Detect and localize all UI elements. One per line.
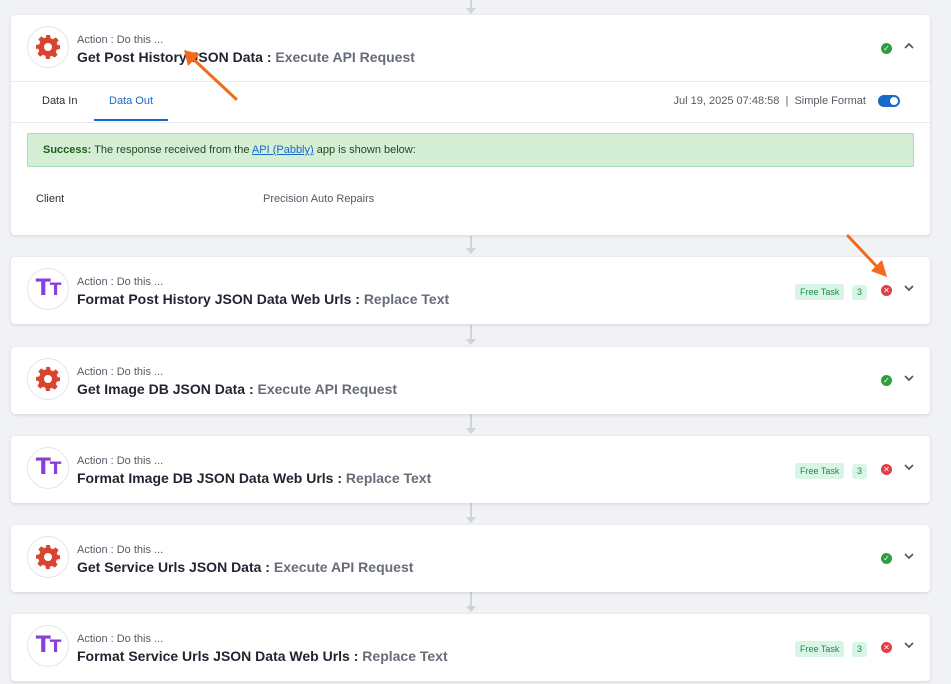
text-formatter-icon: TT [27,268,69,310]
chevron-down-icon[interactable] [902,282,916,294]
free-task-badge: Free Task [795,284,845,300]
meta-separator: | [785,95,789,107]
step-card-format-service-urls[interactable]: TT Action : Do this ... Format Service U… [11,614,930,681]
success-text-before: The response received from the [91,144,252,156]
success-status-icon: ✓ [881,43,892,54]
response-field-label: Client [36,193,65,205]
connector-arrow [466,606,476,612]
step-action-name: Replace Text [345,470,432,486]
step-header[interactable]: Action : Do this ... Get Service Urls JS… [11,525,930,591]
step-action-name: Execute API Request [273,559,414,575]
step-title: Format Service Urls JSON Data Web Urls :… [77,648,448,664]
connector-arrow [466,339,476,345]
step-action-name: Execute API Request [275,49,415,65]
action-label: Action : Do this ... [77,455,164,467]
step-title: Format Image DB JSON Data Web Urls : Rep… [77,470,431,486]
step-name: Format Image DB JSON Data Web Urls : [77,470,346,486]
step-header[interactable]: TT Action : Do this ... Format Post Hist… [11,257,930,323]
step-header[interactable]: Action : Do this ... Get Post History JS… [11,15,930,81]
task-count-badge: 3 [852,285,867,300]
response-meta: Jul 19, 2025 07:48:58 | Simple Format [674,95,866,107]
connector-2 [470,325,472,340]
action-label: Action : Do this ... [77,366,164,378]
action-label: Action : Do this ... [77,34,164,46]
chevron-down-icon[interactable] [902,639,916,651]
step-card-format-post-history[interactable]: TT Action : Do this ... Format Post Hist… [11,257,930,324]
step-title: Get Post History JSON Data : Execute API… [77,49,415,65]
step-name: Format Post History JSON Data Web Urls : [77,291,364,307]
task-count-badge: 3 [852,642,867,657]
connector-arrow [466,8,476,14]
action-label: Action : Do this ... [77,544,164,556]
error-status-icon: ✕ [881,464,892,475]
gear-icon [27,536,69,578]
step-card-get-service-urls[interactable]: Action : Do this ... Get Service Urls JS… [11,525,930,592]
step-card-format-image-db[interactable]: TT Action : Do this ... Format Image DB … [11,436,930,503]
step-header[interactable]: TT Action : Do this ... Format Image DB … [11,436,930,502]
connector-5 [470,592,472,607]
step-title: Get Image DB JSON Data : Execute API Req… [77,381,397,397]
simple-format-toggle[interactable] [878,95,900,107]
step-card-get-post-history: Action : Do this ... Get Post History JS… [11,15,930,235]
success-status-icon: ✓ [881,375,892,386]
step-card-get-image-db[interactable]: Action : Do this ... Get Image DB JSON D… [11,347,930,414]
success-prefix: Success: [43,144,92,156]
chevron-up-icon[interactable] [902,40,916,52]
step-title: Get Service Urls JSON Data : Execute API… [77,559,413,575]
simple-format-label: Simple Format [794,95,866,107]
step-name: Get Image DB JSON Data : [77,381,258,397]
step-header[interactable]: TT Action : Do this ... Format Service U… [11,614,930,680]
free-task-badge: Free Task [795,641,845,657]
free-task-badge: Free Task [795,463,845,479]
chevron-down-icon[interactable] [902,372,916,384]
connector-arrow [466,248,476,254]
api-pabbly-link[interactable]: API (Pabbly) [252,144,314,156]
step-action-name: Execute API Request [257,381,398,397]
connector-3 [470,414,472,429]
gear-icon [27,358,69,400]
step-name: Format Service Urls JSON Data Web Urls : [77,648,363,664]
chevron-down-icon[interactable] [902,461,916,473]
step-action-name: Replace Text [363,291,450,307]
task-count-badge: 3 [852,464,867,479]
connector-arrow [466,428,476,434]
response-timestamp: Jul 19, 2025 07:48:58 [673,95,780,107]
error-status-icon: ✕ [881,642,892,653]
action-label: Action : Do this ... [77,276,164,288]
connector-arrow [466,517,476,523]
action-label: Action : Do this ... [77,633,164,645]
gear-icon [27,26,69,68]
text-formatter-icon: TT [27,625,69,667]
step-name: Get Service Urls JSON Data : [77,559,274,575]
chevron-down-icon[interactable] [902,550,916,562]
tab-data-out[interactable]: Data Out [94,82,169,121]
text-formatter-icon: TT [27,447,69,489]
step-header[interactable]: Action : Do this ... Get Image DB JSON D… [11,347,930,413]
step-action-name: Replace Text [362,648,448,664]
success-text-after: app is shown below: [313,144,416,156]
step-title: Format Post History JSON Data Web Urls :… [77,291,449,307]
response-field-value: Precision Auto Repairs [263,193,375,205]
step-name: Get Post History JSON Data : [77,49,276,65]
connector-4 [470,503,472,518]
data-tabs: Data In Data Out Jul 19, 2025 07:48:58 |… [11,81,930,123]
success-status-icon: ✓ [881,553,892,564]
error-status-icon: ✕ [881,285,892,296]
success-message: Success: The response received from the … [27,133,914,167]
tab-data-in[interactable]: Data In [27,82,92,121]
